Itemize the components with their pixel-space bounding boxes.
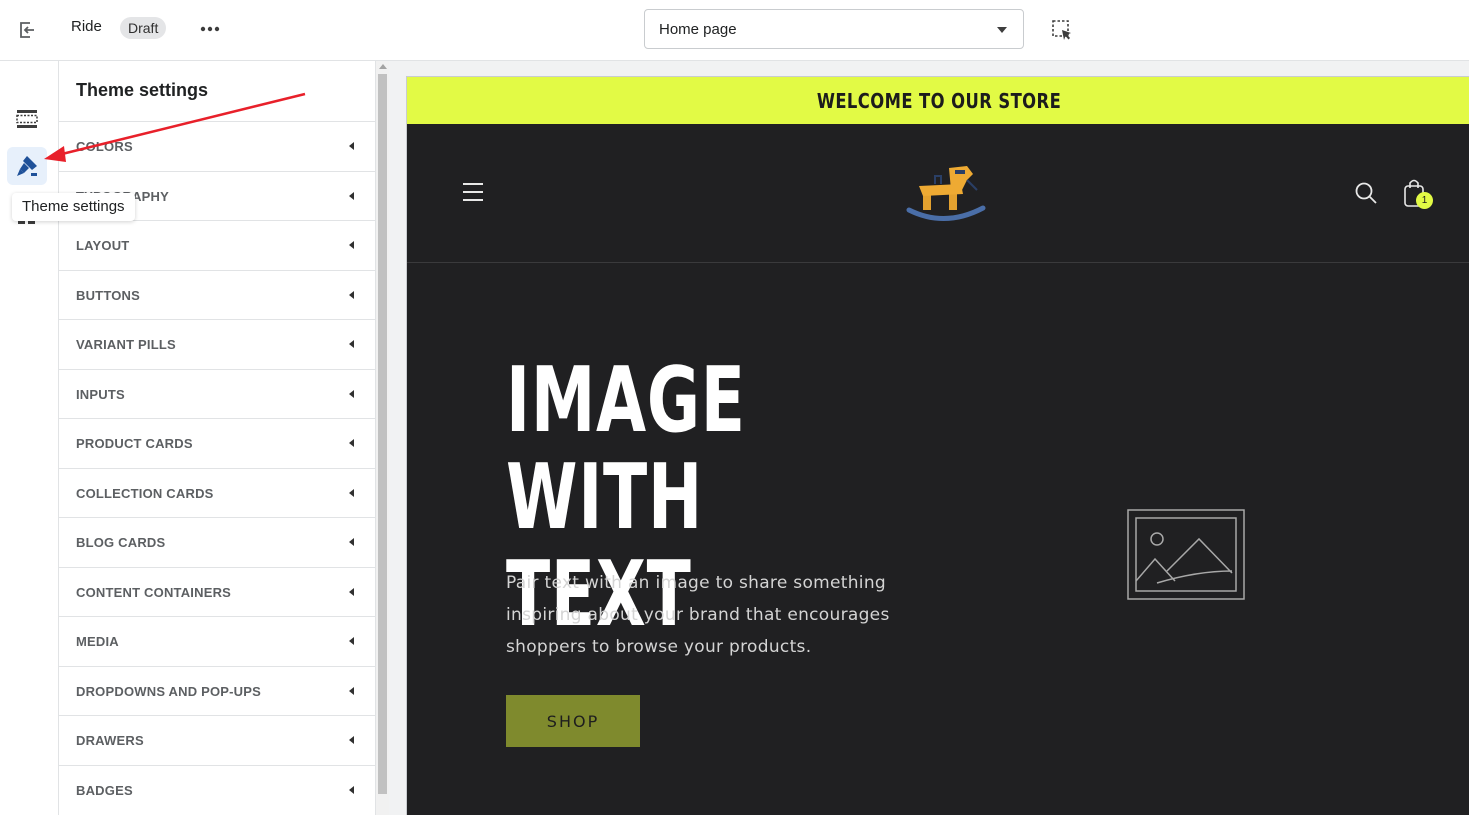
editor-sidebar-rail (0, 61, 59, 815)
settings-category-label: DRAWERS (76, 733, 144, 748)
settings-category-drawers[interactable]: DRAWERS (59, 715, 375, 765)
sections-button[interactable] (7, 100, 47, 138)
caret-down-icon (997, 27, 1007, 33)
store-preview: WELCOME TO OUR STORE 1 IMAGE WITH TEXT P… (406, 76, 1469, 815)
caret-left-icon (349, 241, 354, 249)
settings-category-variant-pills[interactable]: VARIANT PILLS (59, 319, 375, 369)
theme-settings-panel: Theme settings COLORS TYPOGRAPHY LAYOUT … (59, 61, 375, 815)
store-header: 1 (407, 124, 1469, 263)
settings-category-colors[interactable]: COLORS (59, 121, 375, 171)
caret-left-icon (349, 686, 354, 695)
rocking-horse-logo[interactable] (905, 162, 987, 226)
caret-left-icon (349, 142, 354, 150)
settings-category-label: DROPDOWNS AND POP-UPS (76, 683, 262, 699)
paint-brush-icon (17, 156, 37, 176)
theme-settings-button[interactable] (7, 147, 47, 185)
announcement-text: WELCOME TO OUR STORE (816, 88, 1061, 113)
settings-category-inputs[interactable]: INPUTS (59, 368, 375, 419)
sections-icon (16, 110, 38, 128)
caret-left-icon (349, 736, 354, 744)
settings-category-blog-cards[interactable]: BLOG CARDS (59, 517, 375, 567)
settings-category-buttons[interactable]: BUTTONS (59, 269, 375, 320)
scroll-up-arrow-icon[interactable] (379, 64, 387, 69)
rail-tooltip: Theme settings (12, 193, 135, 221)
theme-name: Ride (71, 18, 102, 35)
more-actions-button[interactable] (196, 16, 224, 42)
caret-left-icon (349, 290, 354, 299)
select-cursor-icon (1052, 20, 1071, 40)
hero-title-line: IMAGE WITH (506, 348, 746, 550)
settings-category-label: BUTTONS (76, 287, 140, 303)
announcement-bar: WELCOME TO OUR STORE (407, 77, 1469, 124)
inspector-toggle-button[interactable] (1048, 16, 1076, 44)
image-placeholder-icon (1127, 509, 1245, 600)
settings-category-dropdowns[interactable]: DROPDOWNS AND POP-UPS (59, 665, 375, 716)
settings-category-list: COLORS TYPOGRAPHY LAYOUT BUTTONS VARIANT… (59, 121, 375, 814)
settings-category-label: LAYOUT (76, 238, 130, 253)
settings-category-label: COLLECTION CARDS (76, 485, 214, 501)
settings-category-badges[interactable]: BADGES (59, 764, 375, 815)
scrollbar-thumb[interactable] (378, 74, 387, 794)
caret-left-icon (349, 785, 354, 794)
settings-category-label: COLORS (76, 139, 133, 154)
settings-category-media[interactable]: MEDIA (59, 616, 375, 666)
caret-left-icon (349, 538, 354, 546)
settings-category-label: CONTENT CONTAINERS (76, 584, 232, 600)
settings-category-content-containers[interactable]: CONTENT CONTAINERS (59, 566, 375, 617)
menu-icon[interactable] (463, 183, 483, 201)
settings-category-label: VARIANT PILLS (76, 337, 176, 352)
settings-category-label: INPUTS (76, 386, 125, 402)
settings-category-layout[interactable]: LAYOUT (59, 220, 375, 270)
settings-category-product-cards[interactable]: PRODUCT CARDS (59, 418, 375, 468)
page-selector[interactable]: Home page (644, 9, 1024, 49)
search-icon[interactable] (1354, 181, 1378, 205)
panel-title: Theme settings (76, 80, 209, 100)
settings-category-label: MEDIA (76, 634, 119, 649)
settings-category-label: PRODUCT CARDS (76, 436, 193, 451)
caret-left-icon (349, 488, 354, 497)
settings-category-label: BLOG CARDS (76, 535, 166, 550)
caret-left-icon (349, 340, 354, 348)
caret-left-icon (349, 587, 354, 596)
settings-category-label: BADGES (76, 782, 133, 798)
exit-editor-button[interactable] (14, 17, 40, 43)
shop-button[interactable]: SHOP (506, 695, 640, 747)
hero-description: Pair text with an image to share somethi… (506, 573, 890, 657)
caret-left-icon (349, 637, 354, 645)
panel-scrollbar[interactable] (375, 61, 389, 815)
ellipsis-icon (200, 26, 220, 32)
settings-category-collection-cards[interactable]: COLLECTION CARDS (59, 467, 375, 518)
page-selector-value: Home page (659, 21, 737, 38)
exit-icon (20, 22, 34, 38)
editor-topbar: Ride Draft Home page (0, 0, 1469, 61)
caret-left-icon (349, 389, 354, 398)
caret-left-icon (349, 191, 354, 200)
status-badge: Draft (120, 17, 167, 39)
caret-left-icon (349, 439, 354, 447)
cart-count-badge: 1 (1416, 192, 1433, 209)
